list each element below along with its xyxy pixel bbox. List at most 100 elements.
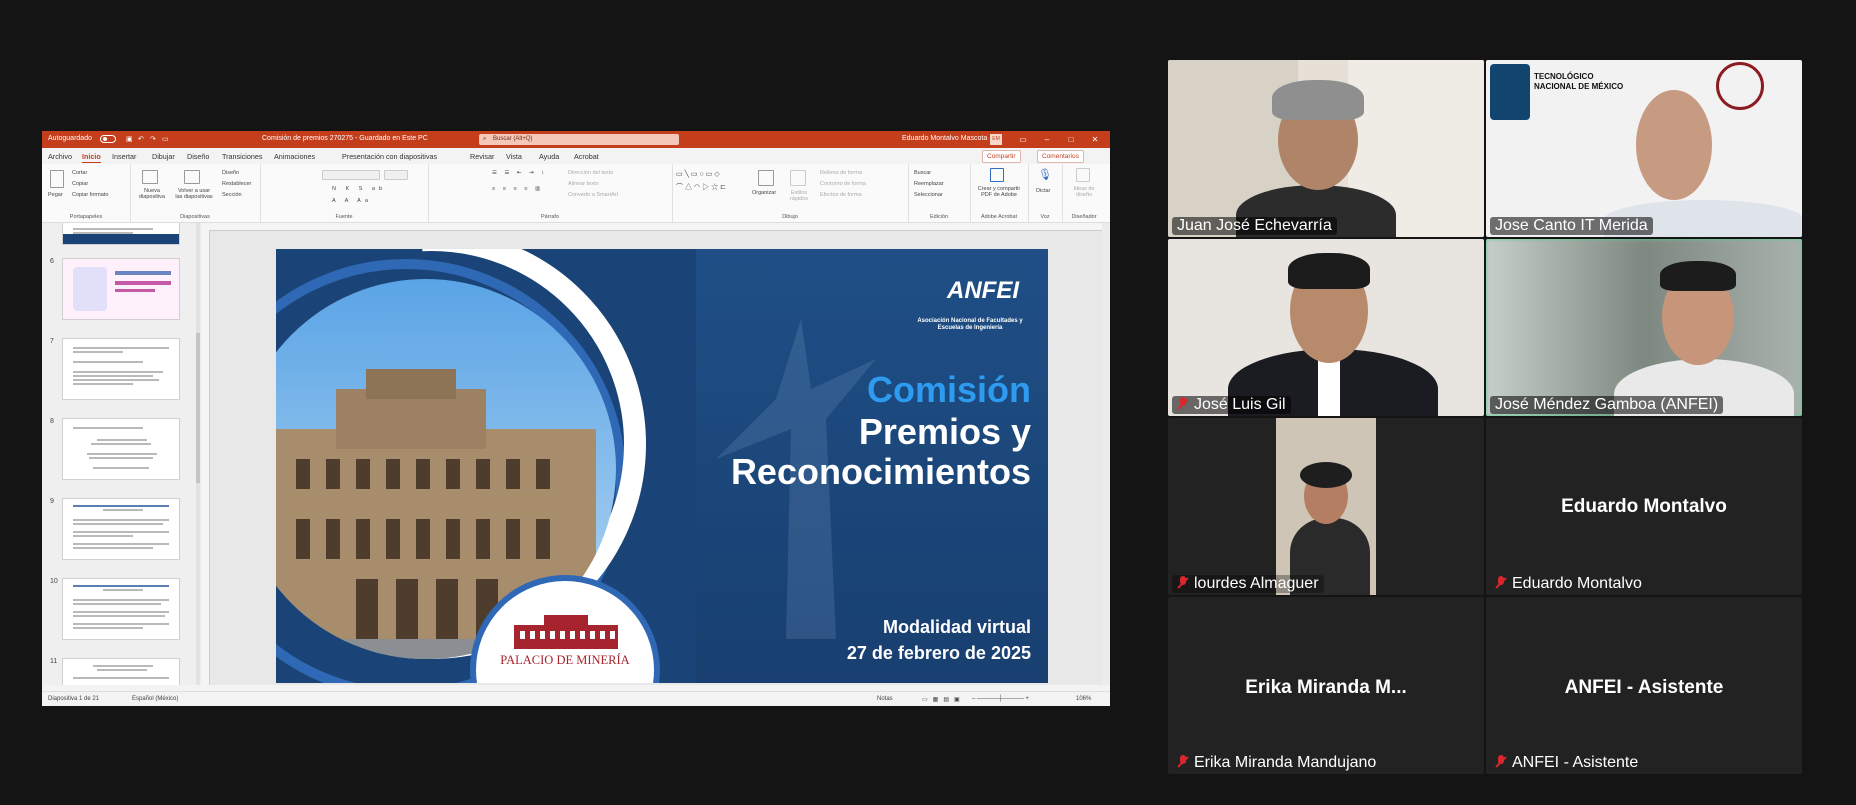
slide-thumbnail[interactable] [62, 223, 180, 245]
shapes-gallery[interactable]: ▭╲▭○▭◇ [676, 170, 722, 178]
tab-ayuda[interactable]: Ayuda [539, 152, 559, 161]
mic-muted-icon [1177, 576, 1189, 590]
close-icon[interactable]: ✕ [1086, 133, 1104, 146]
replace-button[interactable]: Reemplazar [914, 181, 944, 187]
paste-button[interactable]: Pegar [48, 192, 63, 198]
align-icons[interactable]: ≡ ≡ ≡ ≡ ▥ [492, 186, 543, 192]
quick-styles-icon[interactable] [790, 170, 806, 186]
view-buttons[interactable]: ▭▦▤▣ [922, 696, 965, 703]
tab-dibujar[interactable]: Dibujar [152, 152, 175, 161]
layout-button[interactable]: Diseño [222, 170, 239, 176]
redo-icon[interactable]: ↷ [150, 135, 156, 143]
quick-styles-button[interactable]: Estilos rápidos [784, 190, 814, 202]
slide-editor[interactable]: PALACIO DE MINERÍA ANFEI Asociación Naci… [202, 223, 1110, 685]
font-size-select[interactable] [384, 170, 408, 180]
reset-button[interactable]: Restablecer [222, 181, 251, 187]
thumbnail-scrollbar[interactable] [196, 223, 200, 685]
video-tile[interactable]: ANFEI - Asistente ANFEI - Asistente [1486, 597, 1802, 774]
video-tile[interactable]: Juan José Echevarría [1168, 60, 1484, 237]
reuse-slides-icon[interactable] [184, 170, 200, 184]
design-ideas-button[interactable]: Ideas de diseño [1066, 186, 1102, 198]
participant-display-name: Erika Miranda M... [1245, 677, 1407, 698]
list-icons[interactable]: ☰ ☰ ⇤ ⇥ ↕ [492, 170, 547, 176]
share-button[interactable]: Compartir [982, 150, 1021, 163]
video-tile[interactable]: Eduardo Montalvo Eduardo Montalvo [1486, 418, 1802, 595]
editor-scrollbar[interactable] [1102, 223, 1110, 685]
video-tile[interactable]: Erika Miranda M... Erika Miranda Manduja… [1168, 597, 1484, 774]
slide-thumbnail-panel[interactable]: 6 7 8 9 10 11 [42, 223, 202, 685]
slide-thumbnail[interactable] [62, 658, 180, 685]
dictate-button[interactable]: Dictar [1036, 188, 1050, 194]
design-ideas-icon[interactable] [1076, 168, 1090, 182]
paste-icon[interactable] [50, 170, 64, 188]
search-input[interactable]: ⌕ Buscar (Alt+Q) [479, 134, 679, 145]
notes-button[interactable]: Notas [877, 696, 893, 702]
new-slide-button[interactable]: Nueva diapositiva [134, 188, 170, 200]
select-button[interactable]: Seleccionar [914, 192, 943, 198]
group-label: Edición [929, 214, 949, 220]
present-icon[interactable]: ▭ [162, 135, 169, 143]
group-fuente: N K S ab A A Aa Fuente [260, 164, 429, 222]
shapes-gallery-row2[interactable]: ⌒△◠▷☆⊏ [676, 182, 728, 192]
arrange-icon[interactable] [758, 170, 774, 186]
tab-inicio[interactable]: Inicio [82, 152, 101, 163]
slide-thumbnail[interactable] [62, 418, 180, 480]
mic-muted-icon [1177, 397, 1189, 411]
powerpoint-window[interactable]: Autoguardado ▣ ↶ ↷ ▭ Comisión de premios… [42, 131, 1110, 706]
align-text-button[interactable]: Alinear texto [568, 181, 599, 187]
tab-insertar[interactable]: Insertar [112, 152, 136, 161]
language-indicator[interactable]: Español (México) [132, 696, 178, 702]
group-portapapeles: Pegar Cortar Copiar Copiar formato Porta… [42, 164, 131, 222]
tab-presentacion[interactable]: Presentación con diapositivas [342, 152, 437, 161]
shape-fill-button[interactable]: Relleno de forma [820, 170, 862, 176]
font-name-select[interactable] [322, 170, 380, 180]
current-slide[interactable]: PALACIO DE MINERÍA ANFEI Asociación Naci… [276, 249, 1048, 683]
comments-button[interactable]: Comentarios [1037, 150, 1084, 163]
smartart-button[interactable]: Convertir a SmartArt [568, 192, 618, 198]
section-button[interactable]: Sección [222, 192, 242, 198]
video-tile[interactable]: José Luis Gil [1168, 239, 1484, 416]
tab-archivo[interactable]: Archivo [48, 152, 72, 161]
tab-transiciones[interactable]: Transiciones [222, 152, 262, 161]
tab-acrobat[interactable]: Acrobat [574, 152, 599, 161]
ribbon-options-icon[interactable]: ▭ [1014, 133, 1032, 146]
tab-vista[interactable]: Vista [506, 152, 522, 161]
minimize-icon[interactable]: – [1038, 133, 1056, 146]
zoom-slider[interactable]: – ─────┼───── + [972, 696, 1029, 702]
new-slide-icon[interactable] [142, 170, 158, 184]
slide-thumbnail[interactable] [62, 338, 180, 400]
copy-button[interactable]: Copiar [72, 181, 88, 187]
undo-icon[interactable]: ↶ [138, 135, 144, 143]
slide-thumbnail[interactable] [62, 498, 180, 560]
video-tile-active-speaker[interactable]: José Méndez Gamboa (ANFEI) [1486, 239, 1802, 416]
find-button[interactable]: Buscar [914, 170, 931, 176]
shape-effects-button[interactable]: Efectos de forma [820, 192, 862, 198]
document-title: Comisión de premios 270275 - Guardado en… [262, 135, 428, 142]
shape-outline-button[interactable]: Contorno de forma [820, 181, 866, 187]
slide-thumbnail[interactable] [62, 578, 180, 640]
reuse-slides-button[interactable]: Volver a usar las diapositivas [174, 188, 214, 200]
tab-revisar[interactable]: Revisar [470, 152, 494, 161]
save-icon[interactable]: ▣ [126, 135, 133, 143]
video-tile[interactable]: lourdes Almaguer [1168, 418, 1484, 595]
tab-animaciones[interactable]: Animaciones [274, 152, 315, 161]
video-tile[interactable]: TECNOLÓGICO NACIONAL DE MÉXICO Jose Cant… [1486, 60, 1802, 237]
maximize-icon[interactable]: □ [1062, 133, 1080, 146]
microphone-icon[interactable]: 🎙 [1038, 168, 1052, 181]
zoom-level[interactable]: 106% [1076, 696, 1091, 702]
autosave-toggle[interactable] [100, 135, 116, 143]
avatar[interactable]: EM [990, 134, 1002, 145]
create-pdf-button[interactable]: Crear y compartir PDF de Adobe [972, 186, 1026, 198]
slide-number: 11 [50, 658, 58, 665]
text-direction-button[interactable]: Dirección del texto [568, 170, 613, 176]
format-painter-button[interactable]: Copiar formato [72, 192, 108, 198]
font-color-icons[interactable]: A A Aa [332, 198, 372, 204]
tab-diseno[interactable]: Diseño [187, 152, 209, 161]
font-format-icons[interactable]: N K S ab [332, 186, 386, 192]
cut-button[interactable]: Cortar [72, 170, 87, 176]
horizontal-ruler [202, 223, 1102, 231]
slide-thumbnail[interactable] [62, 258, 180, 320]
arrange-button[interactable]: Organizar [752, 190, 776, 196]
pdf-icon[interactable] [990, 168, 1004, 182]
participant-name: Erika Miranda Mandujano [1172, 754, 1381, 772]
